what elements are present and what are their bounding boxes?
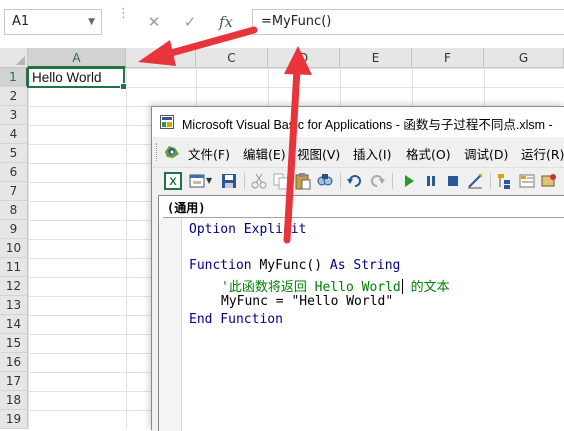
name-box-value: A1 xyxy=(12,14,30,29)
code-comment: '此函数将返回 Hello World 的文本 xyxy=(221,279,450,295)
excel-icon[interactable]: X xyxy=(164,172,182,190)
column-header-f[interactable]: F xyxy=(412,48,484,68)
row-header[interactable]: 2 xyxy=(0,87,28,106)
cell-a1-value: Hello World xyxy=(32,70,102,85)
menu-debug[interactable]: 调试(D) xyxy=(464,144,508,163)
row-header[interactable]: 9 xyxy=(0,220,28,239)
formula-text: =MyFunc() xyxy=(261,14,332,29)
svg-text:X: X xyxy=(169,176,177,188)
save-icon[interactable] xyxy=(220,172,238,190)
menu-view[interactable]: 视图(V) xyxy=(297,144,340,163)
formula-bar: A1 ▼ ⋮ ✕ ✓ fx =MyFunc() xyxy=(0,0,564,48)
insert-userform-icon[interactable] xyxy=(188,172,206,190)
fill-handle[interactable] xyxy=(120,83,127,90)
formula-input[interactable]: =MyFunc() xyxy=(252,9,564,35)
row-header[interactable]: 11 xyxy=(0,258,28,277)
run-icon[interactable] xyxy=(400,172,418,190)
row-header[interactable]: 4 xyxy=(0,125,28,144)
row-header[interactable]: 19 xyxy=(0,410,28,429)
row-header[interactable]: 15 xyxy=(0,334,28,353)
column-header-b[interactable]: B xyxy=(126,48,196,68)
insert-function-icon[interactable]: fx xyxy=(212,10,240,34)
row-header[interactable]: 3 xyxy=(0,106,28,125)
stop-icon[interactable] xyxy=(444,172,462,190)
drag-handle-icon[interactable]: ⋮ xyxy=(117,7,130,34)
vba-window-title: Microsoft Visual Basic for Applications … xyxy=(182,118,553,132)
undo-icon[interactable] xyxy=(346,172,364,190)
column-header-d[interactable]: D xyxy=(268,48,340,68)
menu-edit[interactable]: 编辑(E) xyxy=(243,144,286,163)
chevron-down-icon[interactable]: ▼ xyxy=(88,17,95,27)
column-header-e[interactable]: E xyxy=(340,48,412,68)
excel-view-icon[interactable] xyxy=(163,144,181,160)
menu-format[interactable]: 格式(O) xyxy=(406,144,451,163)
name-box[interactable]: A1 ▼ xyxy=(4,9,102,35)
column-header-g[interactable]: G xyxy=(484,48,564,68)
find-icon[interactable] xyxy=(316,172,334,190)
menu-file[interactable]: 文件(F) xyxy=(188,144,230,163)
row-header[interactable]: 1 xyxy=(0,68,28,87)
object-dropdown[interactable]: (通用) xyxy=(163,197,564,218)
object-dropdown-value: (通用) xyxy=(167,201,206,215)
cut-icon[interactable] xyxy=(250,172,268,190)
cancel-icon[interactable]: ✕ xyxy=(140,10,168,34)
row-header[interactable]: 6 xyxy=(0,163,28,182)
menu-insert[interactable]: 插入(I) xyxy=(353,144,391,163)
code-window[interactable]: (通用) Option Explicit Function MyFunc() A… xyxy=(158,195,564,431)
row-header[interactable]: 10 xyxy=(0,239,28,258)
project-explorer-icon[interactable] xyxy=(496,172,514,190)
row-header[interactable]: 13 xyxy=(0,296,28,315)
row-header[interactable]: 14 xyxy=(0,315,28,334)
code-margin[interactable] xyxy=(159,218,182,431)
vba-menu-bar: 文件(F) 编辑(E) 视图(V) 插入(I) 格式(O) 调试(D) 运行(R… xyxy=(152,139,564,165)
menu-run[interactable]: 运行(R) xyxy=(521,144,564,163)
code-line: End Function xyxy=(189,312,283,327)
row-header[interactable]: 17 xyxy=(0,372,28,391)
column-header-c[interactable]: C xyxy=(196,48,268,68)
code-line: Option Explicit xyxy=(189,222,307,237)
row-header[interactable]: 12 xyxy=(0,277,28,296)
row-header[interactable]: 18 xyxy=(0,391,28,410)
vba-toolbar: X ▼ xyxy=(152,167,564,194)
vba-editor-window: Microsoft Visual Basic for Applications … xyxy=(151,106,564,431)
object-browser-icon[interactable] xyxy=(540,172,558,190)
redo-icon[interactable] xyxy=(368,172,386,190)
select-all-button[interactable] xyxy=(0,48,28,68)
design-mode-icon[interactable] xyxy=(466,172,484,190)
pause-icon[interactable] xyxy=(422,172,440,190)
vba-title-bar[interactable]: Microsoft Visual Basic for Applications … xyxy=(152,107,564,137)
row-header[interactable]: 5 xyxy=(0,144,28,163)
code-line: MyFunc = "Hello World" xyxy=(221,294,394,309)
cell-a1[interactable]: Hello World xyxy=(27,67,127,90)
copy-icon[interactable] xyxy=(272,172,290,190)
row-header[interactable]: 8 xyxy=(0,201,28,220)
paste-icon[interactable] xyxy=(294,172,312,190)
vba-app-icon xyxy=(160,115,174,129)
column-header-a[interactable]: A xyxy=(28,48,126,68)
row-header[interactable]: 7 xyxy=(0,182,28,201)
row-header[interactable]: 16 xyxy=(0,353,28,372)
code-line: Function MyFunc() As String xyxy=(189,258,401,273)
enter-icon[interactable]: ✓ xyxy=(176,10,204,34)
properties-icon[interactable] xyxy=(518,172,536,190)
